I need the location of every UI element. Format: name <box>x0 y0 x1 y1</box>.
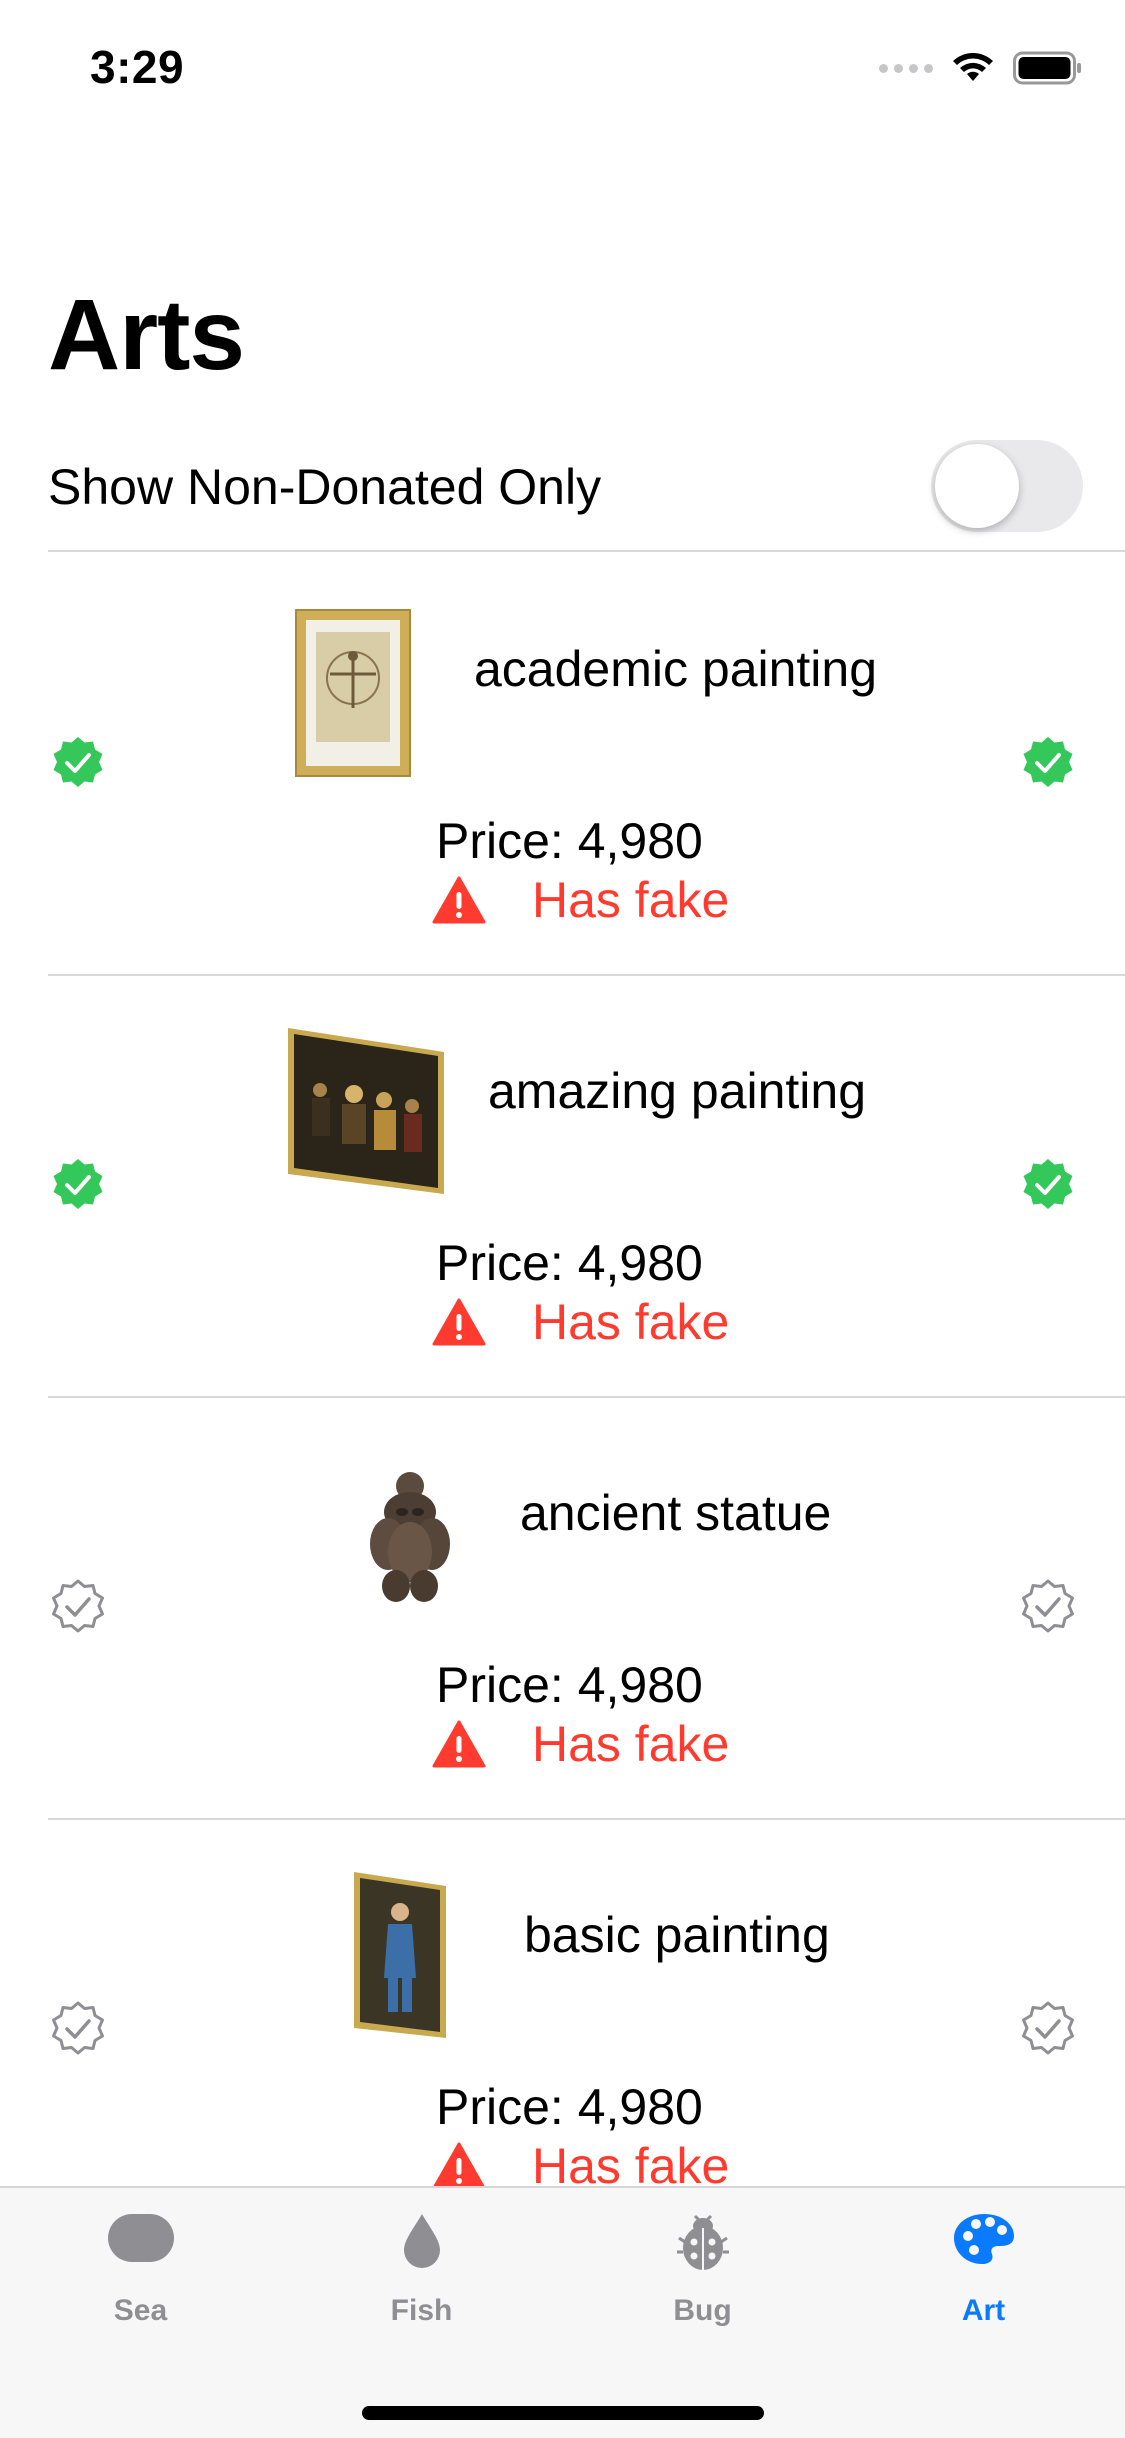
art-list[interactable]: academic painting Price: 4,980 Has fake <box>0 552 1125 2188</box>
non-donated-toggle[interactable] <box>931 440 1083 532</box>
list-item[interactable]: amazing painting Price: 4,980 Has fake <box>48 974 1125 1398</box>
list-item[interactable]: academic painting Price: 4,980 Has fake <box>48 552 1125 976</box>
tab-label: Bug <box>673 2294 732 2327</box>
item-price: Price: 4,980 <box>436 813 703 869</box>
warning-icon <box>432 876 486 924</box>
not-caught-check-icon[interactable] <box>1018 2000 1078 2060</box>
ancient-statue-thumbnail <box>370 1472 450 1602</box>
tab-label: Fish <box>390 2294 453 2327</box>
not-donated-check-icon[interactable] <box>48 2000 108 2060</box>
not-donated-check-icon[interactable] <box>48 1578 108 1638</box>
tab-label: Sea <box>113 2294 168 2327</box>
item-name: ancient statue <box>520 1485 832 1541</box>
caught-check-icon[interactable] <box>1018 734 1078 794</box>
status-icons <box>879 48 1083 88</box>
filter-row: Show Non-Donated Only <box>48 430 1125 552</box>
palette-icon <box>953 2214 1014 2264</box>
toggle-knob <box>935 444 1019 528</box>
fake-warning: Has fake <box>432 1714 729 1774</box>
caught-check-icon[interactable] <box>1018 1156 1078 1216</box>
donated-check-icon[interactable] <box>48 1156 108 1216</box>
fake-warning: Has fake <box>432 870 729 930</box>
tab-fish[interactable]: Fish <box>281 2188 562 2348</box>
fake-warning: Has fake <box>432 1292 729 1352</box>
academic-painting-thumbnail <box>295 609 411 777</box>
wifi-icon <box>953 53 993 81</box>
warning-icon <box>432 1720 486 1768</box>
donated-check-icon[interactable] <box>48 734 108 794</box>
not-caught-check-icon[interactable] <box>1018 1578 1078 1638</box>
basic-painting-thumbnail <box>354 1872 446 2038</box>
tab-bug[interactable]: Bug <box>562 2188 843 2348</box>
list-item[interactable]: ancient statue Price: 4,980 Has fake <box>48 1396 1125 1820</box>
battery-icon <box>1013 51 1081 85</box>
sea-icon <box>107 2214 174 2262</box>
warning-icon <box>432 2142 486 2188</box>
tab-label: Art <box>961 2294 1006 2327</box>
home-indicator[interactable] <box>362 2406 764 2420</box>
list-item[interactable]: basic painting Price: 4,980 Has fake <box>48 1818 1125 2188</box>
item-price: Price: 4,980 <box>436 2079 703 2135</box>
status-time: 3:29 <box>90 41 185 93</box>
warning-icon <box>432 1298 486 1346</box>
tab-art[interactable]: Art <box>843 2188 1124 2348</box>
item-price: Price: 4,980 <box>436 1657 703 1713</box>
item-name: amazing painting <box>488 1063 867 1119</box>
fake-label: Has fake <box>532 1294 730 1350</box>
drop-icon <box>403 2214 440 2268</box>
page-title: Arts <box>48 279 245 391</box>
item-price: Price: 4,980 <box>436 1235 703 1291</box>
status-bar: 3:29 <box>0 0 1125 132</box>
tab-bar: Sea Fish Bug Art <box>0 2186 1125 2438</box>
ladybug-icon <box>676 2214 729 2270</box>
amazing-painting-thumbnail <box>288 1028 444 1194</box>
signal-icon <box>879 63 933 73</box>
fake-label: Has fake <box>532 2138 730 2188</box>
tab-sea[interactable]: Sea <box>0 2188 281 2348</box>
item-name: basic painting <box>524 1907 830 1963</box>
fake-label: Has fake <box>532 1716 730 1772</box>
fake-warning: Has fake <box>432 2136 729 2188</box>
fake-label: Has fake <box>532 872 730 928</box>
filter-label: Show Non-Donated Only <box>48 459 602 515</box>
item-name: academic painting <box>474 641 878 697</box>
